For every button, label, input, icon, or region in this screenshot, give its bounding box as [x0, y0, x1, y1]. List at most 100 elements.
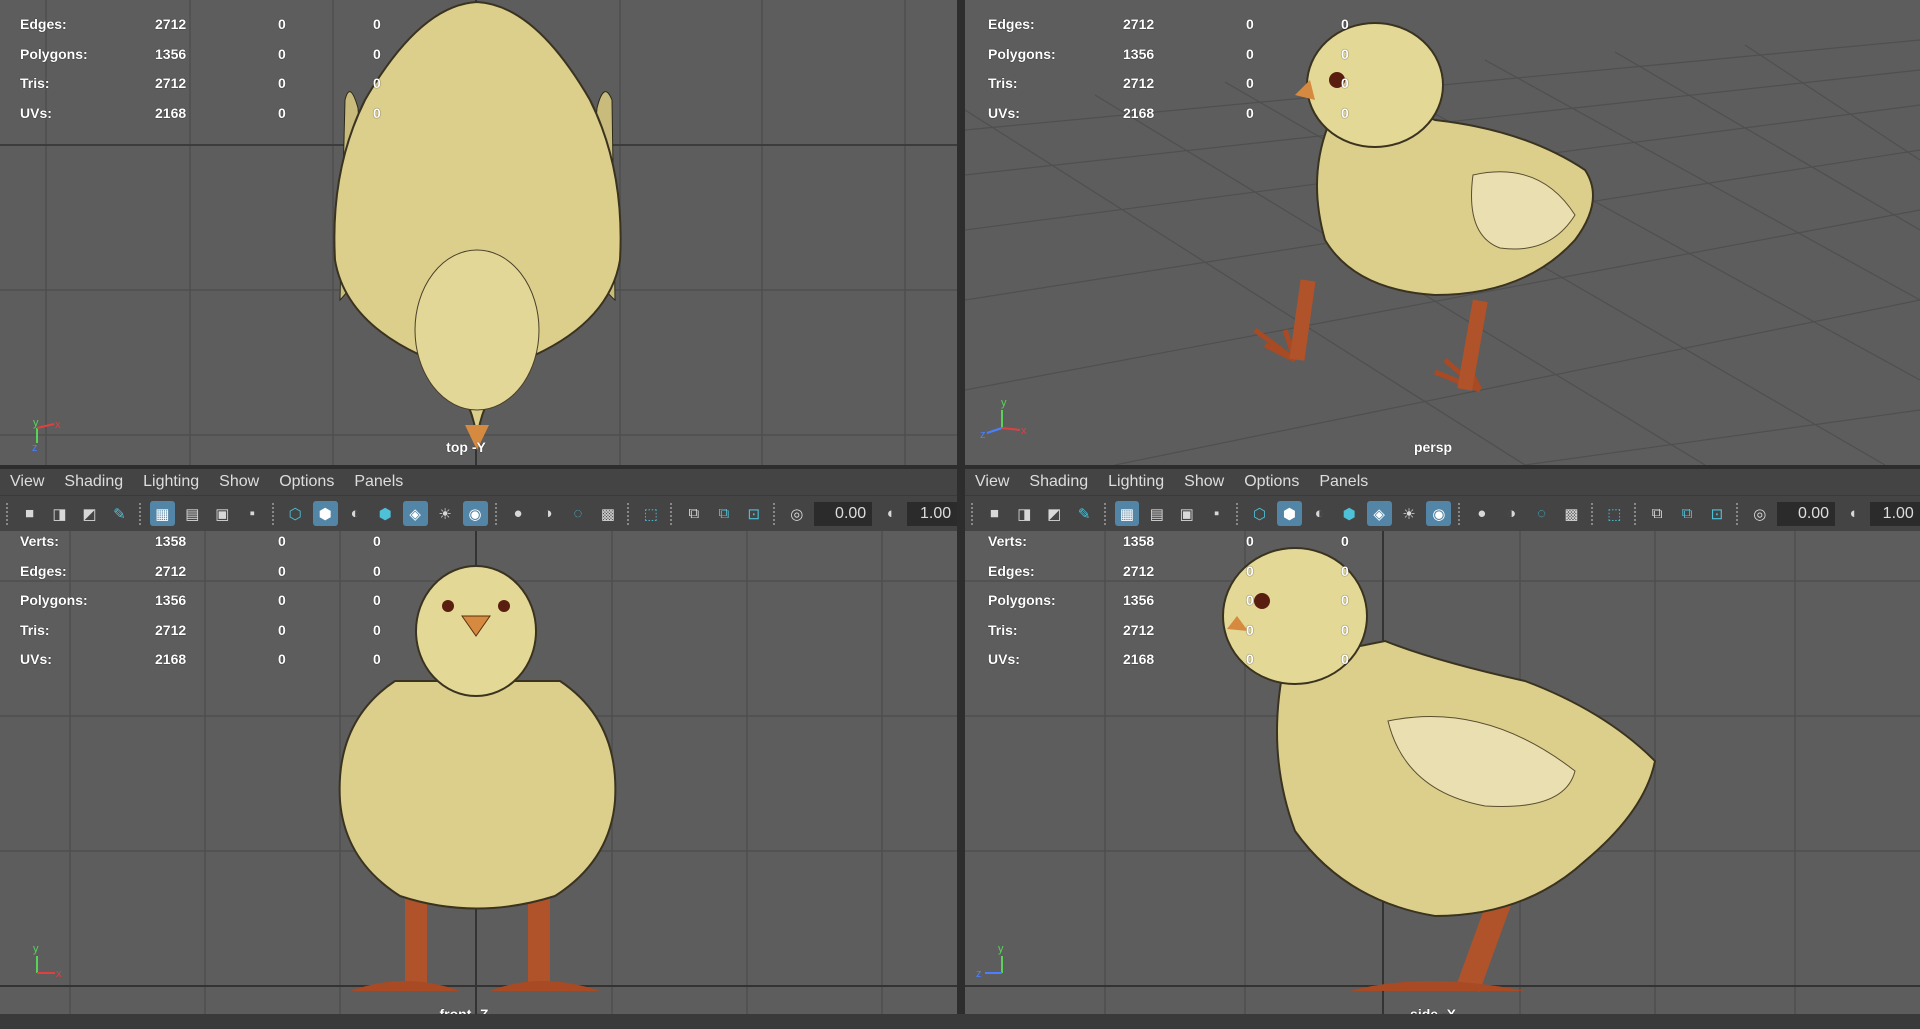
- stat-label: Verts:: [20, 533, 59, 549]
- isolate-select-icon[interactable]: ⬚: [638, 501, 663, 526]
- viewport-front[interactable]: y x Verts: 1358 0 0 Edges: 2712 0 0 Polygons: 1…: [0, 531, 957, 1014]
- stat-value: 0: [1246, 104, 1254, 121]
- viewport-side[interactable]: y z Verts: 1358 0 0 Edges: 2712 0 0 Polygons: 1…: [965, 531, 1920, 1014]
- default-material-icon[interactable]: ⬢: [1337, 501, 1362, 526]
- svg-text:z: z: [980, 429, 986, 441]
- shadows-icon[interactable]: ◉: [1426, 501, 1452, 526]
- menu-lighting[interactable]: Lighting: [1098, 473, 1174, 491]
- pencil-icon[interactable]: ✎: [107, 501, 132, 526]
- exposure-icon[interactable]: ◎: [1747, 501, 1772, 526]
- stat-label: UVs:: [988, 104, 1020, 121]
- viewport-top[interactable]: y x z Edges: 2712 0 0 Polygons: 1356 0 0 Tris:…: [0, 0, 957, 465]
- isolate-select-icon[interactable]: ⬚: [1602, 501, 1627, 526]
- toolbar-separator: [773, 502, 777, 525]
- camera-icon[interactable]: ■: [17, 501, 42, 526]
- exposure-field[interactable]: 0.00: [1777, 501, 1836, 526]
- film-gate-icon[interactable]: ▤: [1144, 501, 1169, 526]
- menu-shading[interactable]: Shading: [54, 473, 133, 491]
- stat-value: 0: [1246, 533, 1254, 549]
- gamma-icon[interactable]: ◖: [877, 501, 902, 526]
- grid-icon[interactable]: ▦: [149, 501, 175, 526]
- gamma-field[interactable]: 1.00: [907, 501, 958, 526]
- depth-of-field-icon[interactable]: ▩: [1559, 501, 1584, 526]
- menu-lighting[interactable]: Lighting: [133, 473, 209, 491]
- toolbar-separator: [1633, 502, 1638, 525]
- stat-value: 0: [373, 621, 381, 638]
- svg-text:z: z: [976, 968, 982, 980]
- stat-value: 0: [373, 533, 381, 549]
- xray-icon[interactable]: ⧉: [1645, 501, 1670, 526]
- film-gate-icon[interactable]: ▤: [180, 501, 205, 526]
- wireframe-on-shaded-icon[interactable]: ◐: [343, 501, 368, 526]
- gamma-icon[interactable]: ◖: [1840, 501, 1865, 526]
- xray-icon[interactable]: ⧉: [681, 501, 706, 526]
- stat-value: 1358: [155, 533, 187, 549]
- camera-name-label: side -X: [1410, 1006, 1456, 1014]
- wireframe-on-shaded-icon[interactable]: ◐: [1307, 501, 1332, 526]
- stat-value: 0: [1246, 592, 1254, 608]
- anti-aliasing-icon[interactable]: ◌: [565, 501, 590, 526]
- svg-text:x: x: [56, 968, 62, 980]
- xray-components-icon[interactable]: ⊡: [741, 501, 766, 526]
- bottom-status-strip: [0, 1014, 1920, 1029]
- bookmark-icon[interactable]: ◩: [77, 501, 102, 526]
- gate-mask-icon[interactable]: ▪: [240, 501, 265, 526]
- camera-attributes-icon[interactable]: ◨: [47, 501, 72, 526]
- stat-value: 2712: [155, 621, 187, 638]
- exposure-icon[interactable]: ◎: [784, 501, 809, 526]
- screen-space-ao-icon[interactable]: ●: [506, 501, 531, 526]
- xray-components-icon[interactable]: ⊡: [1705, 501, 1730, 526]
- menu-panels[interactable]: Panels: [344, 473, 413, 491]
- textured-icon[interactable]: ◈: [402, 501, 428, 526]
- stat-label: Tris:: [988, 621, 1018, 638]
- stat-value: 2712: [1123, 562, 1155, 579]
- anti-aliasing-icon[interactable]: ◌: [1529, 501, 1554, 526]
- default-material-icon[interactable]: ⬢: [373, 501, 398, 526]
- use-all-lights-icon[interactable]: ☀: [433, 501, 458, 526]
- exposure-field[interactable]: 0.00: [814, 501, 873, 526]
- xray-joints-icon[interactable]: ⧉: [711, 501, 736, 526]
- menu-view[interactable]: View: [965, 473, 1019, 491]
- xray-joints-icon[interactable]: ⧉: [1675, 501, 1700, 526]
- resolution-gate-icon[interactable]: ▣: [1174, 501, 1199, 526]
- stat-label: Polygons:: [20, 45, 88, 62]
- gamma-field[interactable]: 1.00: [1869, 501, 1920, 526]
- resolution-gate-icon[interactable]: ▣: [210, 501, 235, 526]
- stat-row-uvs: UVs: 2168 0 0: [20, 99, 420, 129]
- panel-bar-front: View Shading Lighting Show Options Panel…: [0, 469, 958, 531]
- motion-blur-icon[interactable]: ◑: [536, 501, 561, 526]
- stat-value: 0: [373, 104, 381, 121]
- menu-view[interactable]: View: [0, 473, 54, 491]
- menu-shading[interactable]: Shading: [1019, 473, 1098, 491]
- smooth-shade-icon[interactable]: ⬢: [312, 501, 338, 526]
- menu-panels[interactable]: Panels: [1309, 473, 1378, 491]
- menu-show[interactable]: Show: [209, 473, 269, 491]
- viewport-persp[interactable]: y x z Edges: 2712 0 0 Polygons: 1356 0 0 Tris:…: [965, 0, 1920, 465]
- depth-of-field-icon[interactable]: ▩: [595, 501, 620, 526]
- pencil-icon[interactable]: ✎: [1072, 501, 1097, 526]
- shadows-icon[interactable]: ◉: [462, 501, 488, 526]
- camera-attributes-icon[interactable]: ◨: [1012, 501, 1037, 526]
- viewport-divider-vertical[interactable]: [957, 0, 965, 1029]
- textured-icon[interactable]: ◈: [1366, 501, 1392, 526]
- motion-blur-icon[interactable]: ◑: [1499, 501, 1524, 526]
- gate-mask-icon[interactable]: ▪: [1204, 501, 1229, 526]
- stat-value: 1358: [1123, 533, 1155, 549]
- stat-value: 0: [373, 45, 381, 62]
- camera-icon[interactable]: ■: [982, 501, 1007, 526]
- use-all-lights-icon[interactable]: ☀: [1397, 501, 1422, 526]
- stat-row-verts: Verts: 1358 0 0: [988, 531, 1388, 557]
- smooth-shade-icon[interactable]: ⬢: [1276, 501, 1302, 526]
- grid-icon[interactable]: ▦: [1114, 501, 1140, 526]
- stat-value: 0: [1341, 621, 1349, 638]
- screen-space-ao-icon[interactable]: ●: [1469, 501, 1494, 526]
- wireframe-icon[interactable]: ⬡: [283, 501, 308, 526]
- bookmark-icon[interactable]: ◩: [1042, 501, 1067, 526]
- menu-options[interactable]: Options: [1234, 473, 1309, 491]
- stat-value: 2168: [1123, 651, 1155, 667]
- stat-row-uvs: UVs: 2168 0 0: [20, 645, 420, 675]
- menu-show[interactable]: Show: [1174, 473, 1234, 491]
- wireframe-icon[interactable]: ⬡: [1247, 501, 1272, 526]
- menu-options[interactable]: Options: [269, 473, 344, 491]
- axis-gizmo-persp: y x z: [980, 397, 1027, 441]
